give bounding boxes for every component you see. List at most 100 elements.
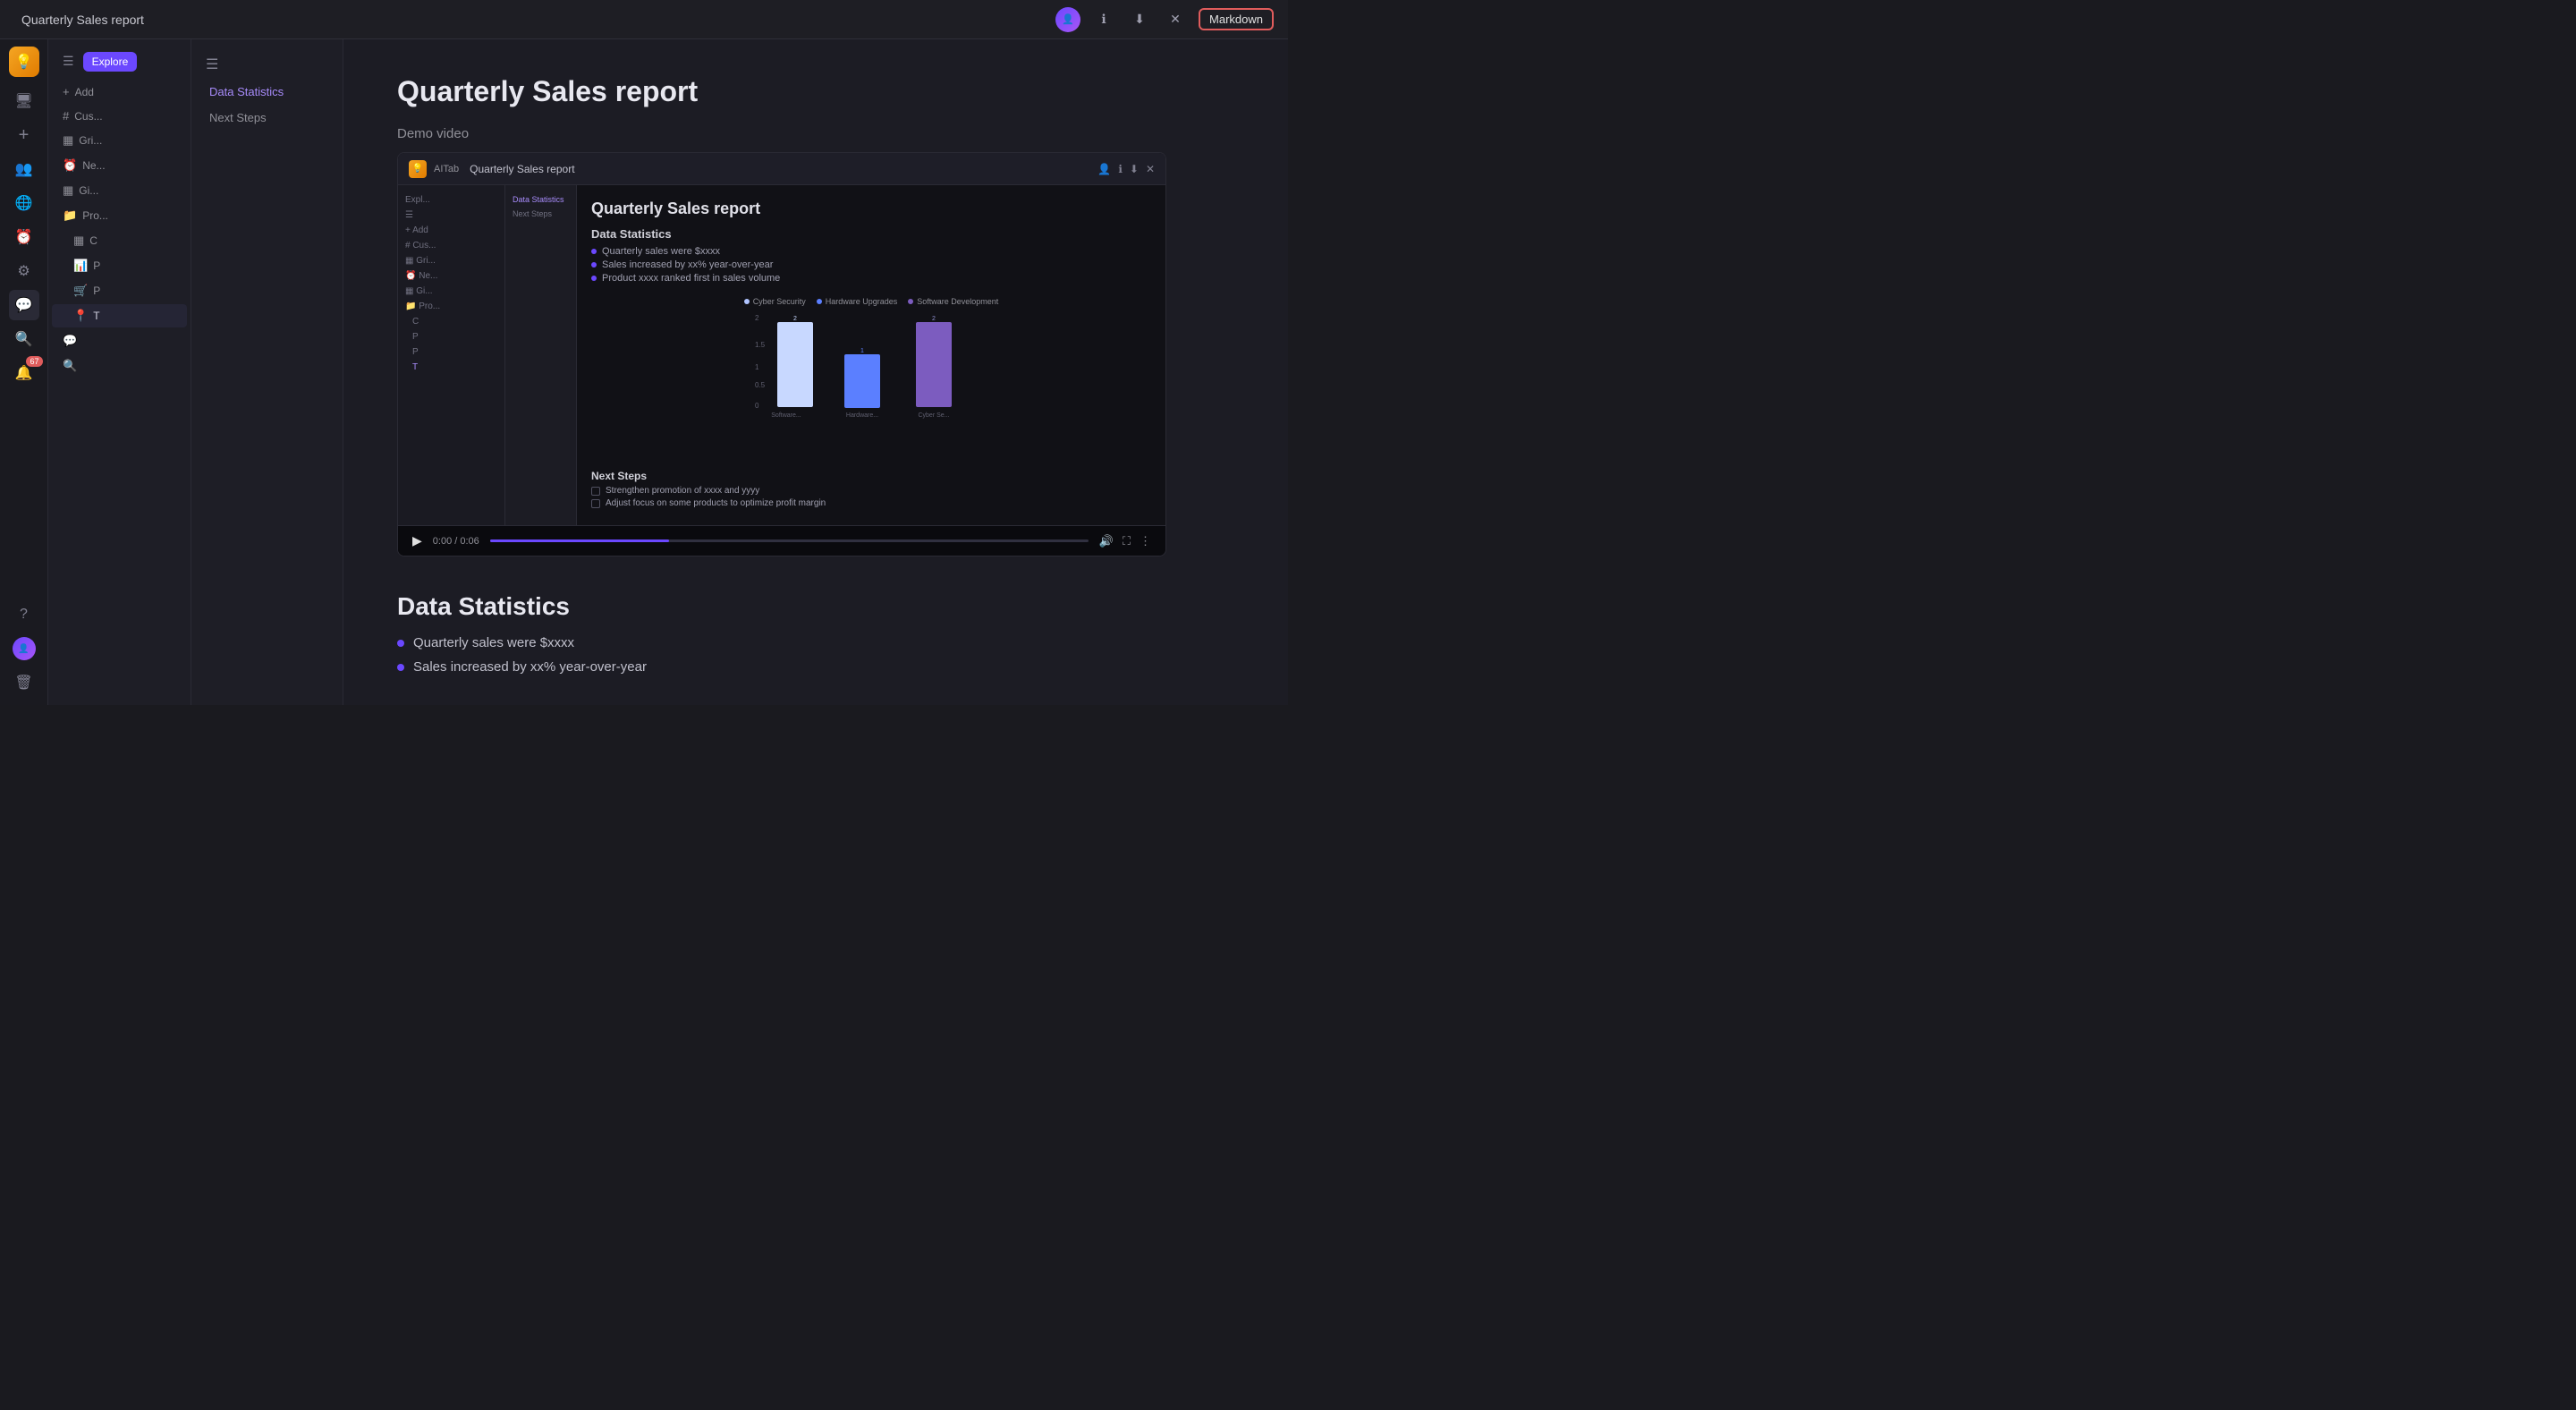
video-topbar-logo: 💡: [409, 160, 427, 178]
close-icon[interactable]: ✕: [1163, 7, 1188, 32]
video-doc-data-statistics: Data Statistics: [505, 192, 576, 207]
nav-sidebar: ☰ Explore + Add # Cus... ▦ Gri... ⏰ Ne..…: [48, 39, 191, 705]
left-nav-data-statistics[interactable]: Data Statistics: [191, 79, 343, 105]
demo-video-label: Demo video: [397, 126, 1234, 141]
video-topbar-info[interactable]: ℹ: [1118, 163, 1123, 175]
mini-checkbox-2: [591, 499, 600, 508]
left-nav: ☰ Data Statistics Next Steps: [191, 39, 343, 705]
video-doc-next-steps: Next Steps: [505, 207, 576, 221]
mini-checkbox-1: [591, 487, 600, 496]
video-main: Quarterly Sales report Data Statistics Q…: [577, 185, 1165, 525]
sidebar-icon-clock[interactable]: ⏰: [9, 222, 39, 252]
legend-dot-hardware: [817, 299, 822, 304]
video-nav-explore: Expl...: [398, 192, 504, 208]
nav-hash-icon: #: [63, 109, 69, 123]
video-ctrl-icons: 🔊 ⛶ ⋮: [1099, 534, 1151, 548]
nav-item-add[interactable]: + Add: [52, 81, 187, 103]
info-icon[interactable]: ℹ: [1091, 7, 1116, 32]
video-bullet-3: Product xxxx ranked first in sales volum…: [591, 273, 1151, 284]
sidebar-icon-add[interactable]: +: [9, 120, 39, 150]
markdown-button[interactable]: Markdown: [1199, 8, 1274, 30]
video-topbar-avatar[interactable]: 👤: [1097, 163, 1111, 175]
sidebar-icon-desktop[interactable]: 🖥: [9, 86, 39, 116]
left-nav-hamburger[interactable]: ☰: [191, 50, 343, 79]
video-bullet-2: Sales increased by xx% year-over-year: [591, 259, 1151, 270]
legend-hardware: Hardware Upgrades: [817, 297, 898, 306]
video-checkbox-1: Strengthen promotion of xxxx and yyyy: [591, 486, 1151, 496]
topbar-title: Quarterly Sales report: [21, 13, 1055, 27]
nav-item-search[interactable]: 🔍: [52, 354, 187, 378]
nav-subitem-p1[interactable]: 📊 P: [52, 254, 187, 277]
video-data-stats-title: Data Statistics: [591, 227, 1151, 241]
nav-item-grid[interactable]: ▦ Gri...: [52, 129, 187, 152]
progress-fill: [490, 539, 670, 542]
explore-button[interactable]: Explore: [83, 52, 138, 72]
chart-area: Cyber Security Hardware Upgrades Softwar…: [591, 297, 1151, 463]
play-button[interactable]: ▶: [412, 533, 422, 548]
nav-subitem-c[interactable]: ▦ C: [52, 229, 187, 252]
topbar: Quarterly Sales report 👤 ℹ ⬇ ✕ Markdown: [0, 0, 1288, 39]
nav-pin-icon: 📍: [73, 309, 88, 323]
nav-subitem-p2[interactable]: 🛒 P: [52, 279, 187, 302]
sidebar-icon-help[interactable]: ?: [9, 599, 39, 630]
svg-text:Cyber Se...: Cyber Se...: [918, 412, 949, 419]
left-nav-next-steps[interactable]: Next Steps: [191, 105, 343, 131]
nav-cart-icon: 🛒: [73, 284, 88, 298]
progress-bar[interactable]: [490, 539, 1089, 542]
sidebar-icon-settings[interactable]: ⚙: [9, 256, 39, 286]
main-layout: 💡 🖥 + 👥 🌐 ⏰ ⚙ 💬 🔍 🔔 ? 👤 🗑 ☰ Explore + Ad…: [0, 39, 1288, 705]
sidebar-icon-trash[interactable]: 🗑: [9, 667, 39, 698]
svg-text:1.5: 1.5: [755, 341, 766, 349]
video-inner-title: Quarterly Sales report: [591, 200, 1151, 218]
nav-grid-icon: ▦: [63, 133, 73, 148]
user-avatar-icon[interactable]: 👤: [1055, 7, 1080, 32]
video-content: Expl... ☰ + Add # Cus... ▦ Gri... ⏰ Ne..…: [398, 185, 1165, 525]
video-topbar: 💡 AITab Quarterly Sales report 👤 ℹ ⬇ ✕: [398, 153, 1165, 185]
video-left-nav: Expl... ☰ + Add # Cus... ▦ Gri... ⏰ Ne..…: [398, 185, 505, 525]
svg-text:0.5: 0.5: [755, 381, 766, 389]
fullscreen-icon[interactable]: ⛶: [1123, 534, 1131, 548]
legend-software: Software Development: [908, 297, 998, 306]
bullet-dot-1: [591, 249, 597, 254]
sidebar-icon-search[interactable]: 🔍: [9, 324, 39, 354]
video-nav-t: T: [398, 360, 504, 375]
svg-text:Hardware...: Hardware...: [846, 412, 878, 419]
video-next-steps-title: Next Steps: [591, 470, 1151, 482]
video-nav-c: C: [398, 314, 504, 329]
nav-item-gi[interactable]: ▦ Gi...: [52, 179, 187, 202]
nav-item-chat[interactable]: 💬: [52, 329, 187, 352]
sidebar-icon-globe[interactable]: 🌐: [9, 188, 39, 218]
video-topbar-download[interactable]: ⬇: [1130, 163, 1139, 175]
nav-item-cus[interactable]: # Cus...: [52, 105, 187, 127]
volume-icon[interactable]: 🔊: [1099, 534, 1114, 548]
content-area: Quarterly Sales report Demo video 💡 AITa…: [343, 39, 1288, 705]
svg-text:2: 2: [793, 316, 797, 322]
nav-grid2-icon: ▦: [63, 183, 73, 198]
bullet-dot-2: [591, 262, 597, 268]
sidebar-icon-chat[interactable]: 💬: [9, 290, 39, 320]
nav-sidebar-header: ☰ Explore: [48, 47, 191, 80]
video-nav-pro: 📁 Pro...: [398, 299, 504, 314]
sidebar-icon-bell[interactable]: 🔔: [9, 358, 39, 388]
video-topbar-close[interactable]: ✕: [1146, 163, 1155, 175]
bullet-dot-3: [591, 276, 597, 281]
video-nav-gi: ▦ Gi...: [398, 284, 504, 299]
sidebar-icon-user-avatar[interactable]: 👤: [9, 633, 39, 664]
video-nav-p1: P: [398, 329, 504, 344]
video-nav-add: + Add: [398, 223, 504, 238]
nav-item-ne[interactable]: ⏰ Ne...: [52, 154, 187, 177]
app-logo: 💡: [9, 47, 39, 77]
svg-text:1: 1: [755, 363, 759, 371]
nav-item-pro[interactable]: 📁 Pro...: [52, 204, 187, 227]
download-icon[interactable]: ⬇: [1127, 7, 1152, 32]
video-nav-ne: ⏰ Ne...: [398, 268, 504, 284]
stats-bullet-text-2: Sales increased by xx% year-over-year: [413, 659, 647, 675]
sidebar-icon-users[interactable]: 👥: [9, 154, 39, 184]
video-nav-p2: P: [398, 344, 504, 360]
stats-dot-1: [397, 640, 404, 647]
more-icon[interactable]: ⋮: [1140, 534, 1151, 548]
hamburger-icon[interactable]: ☰: [59, 50, 78, 72]
nav-subitem-t[interactable]: 📍 T: [52, 304, 187, 327]
video-nav-gri: ▦ Gri...: [398, 253, 504, 268]
stats-bullet-1: Quarterly sales were $xxxx: [397, 635, 1234, 650]
